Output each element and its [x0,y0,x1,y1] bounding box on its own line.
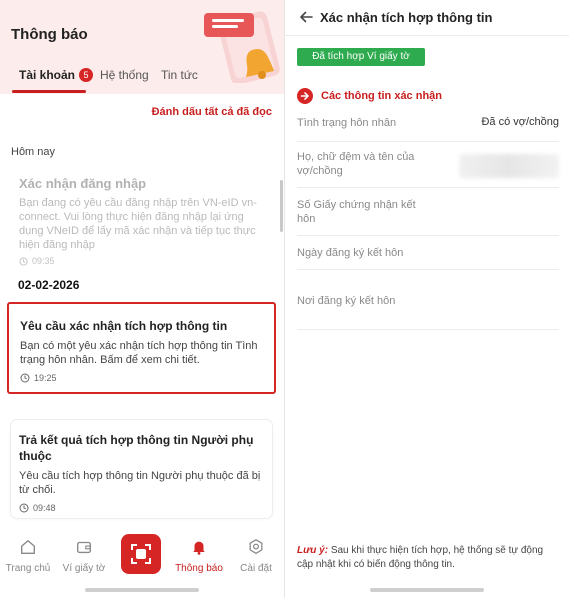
tab-account[interactable]: Tài khoản 5 [19,68,94,82]
integration-confirm-screen: Xác nhận tích hợp thông tin Đã tích hợp … [285,0,569,598]
tab-news[interactable]: Tin tức [161,68,198,82]
home-indicator [370,588,484,592]
note-body: Sau khi thực hiện tích hợp, hệ thống sẽ … [297,545,544,570]
info-row-registration-date: Ngày đăng ký kết hôn [297,246,559,270]
arrow-right-icon [297,88,313,104]
note-text: Lưu ý: Sau khi thực hiện tích hợp, hệ th… [297,544,559,572]
nav-home-label: Trang chủ [5,563,51,574]
info-row-value: Đã có vợ/chồng [481,116,559,128]
nav-notifications[interactable]: Thông báo [174,538,224,574]
notifications-header: Thông báo Tài khoản 5 Hệ thống Tin tức [0,0,284,94]
info-row-label: Ngày đăng ký kết hôn [297,247,404,259]
tab-bar: Tài khoản 5 Hệ thống Tin tức [0,62,284,94]
notification-title: Yêu cầu xác nhận tích hợp thông tin [20,319,228,333]
gear-icon [249,539,263,554]
nav-settings[interactable]: Cài đặt [231,538,281,574]
info-row-registration-place: Nơi đăng ký kết hôn [297,294,559,330]
notification-body: Bạn có một yêu xác nhận tích hợp thông t… [20,340,258,366]
info-row-label: Họ, chữ đệm và tên của vợ/chồng [297,151,415,177]
section-today-label: Hôm nay [11,146,56,158]
notification-time: 09:35 [19,256,269,266]
unread-count-badge: 5 [79,68,94,82]
page-title: Thông báo [11,26,88,43]
scrollbar[interactable] [280,180,283,232]
wallet-icon [77,541,91,554]
notification-time-value: 09:48 [33,503,56,513]
note-key: Lưu ý: [297,545,329,556]
info-row-label: Số Giấy chứng nhận kết hôn [297,199,416,225]
info-row-certificate-number: Số Giấy chứng nhận kết hôn [297,198,559,236]
mark-all-read-button[interactable]: Đánh dấu tất cả đã đọc [152,106,272,118]
nav-home[interactable]: Trang chủ [3,538,53,574]
scan-button[interactable] [121,534,161,574]
info-row-spouse-name: Họ, chữ đệm và tên của vợ/chồng [297,150,559,188]
clock-icon [19,256,28,266]
notification-body: Yêu cầu tích hợp thông tin Người phụ thu… [19,470,261,496]
notification-body: Bạn đang có yêu cầu đăng nhập trên VN-eI… [19,197,257,251]
notification-time-value: 09:35 [32,256,55,266]
back-arrow-icon[interactable] [297,8,315,26]
bell-icon [193,541,205,555]
tab-account-label: Tài khoản [19,68,76,82]
info-row-marital-status: Tình trạng hôn nhân Đã có vợ/chồng [297,116,559,142]
page-title: Xác nhận tích hợp thông tin [320,10,493,25]
screen-header: Xác nhận tích hợp thông tin [285,0,569,36]
clock-icon [20,373,30,383]
clock-icon [19,503,29,513]
notification-card-highlighted[interactable]: Yêu cầu xác nhận tích hợp thông tin Bạn … [7,302,276,394]
notification-title: Xác nhận đăng nhập [19,176,147,191]
tab-system-label: Hệ thống [100,68,149,82]
info-row-label: Nơi đăng ký kết hôn [297,295,396,307]
tab-system[interactable]: Hệ thống [100,68,149,82]
notification-time-value: 19:25 [34,373,57,383]
nav-wallet-label: Ví giấy tờ [62,563,106,574]
nav-wallet[interactable]: Ví giấy tờ [59,538,109,574]
active-tab-indicator [12,90,86,93]
status-badge: Đã tích hợp Ví giấy tờ [297,48,425,66]
date-label: 02-02-2026 [18,278,80,292]
section-header: Các thông tin xác nhận [297,88,442,104]
nav-notifications-label: Thông báo [175,563,223,574]
home-indicator [85,588,199,592]
home-icon [21,540,35,554]
notification-item[interactable]: Xác nhận đăng nhập Bạn đang có yêu cầu đ… [19,176,269,266]
section-title: Các thông tin xác nhận [321,90,443,102]
notification-title: Trả kết quả tích hợp thông tin Người phụ… [19,433,254,463]
tab-news-label: Tin tức [161,68,198,82]
notification-card[interactable]: Trả kết quả tích hợp thông tin Người phụ… [11,420,272,518]
notification-time: 09:48 [19,503,262,513]
nav-settings-label: Cài đặt [240,563,272,574]
notifications-screen: Thông báo Tài khoản 5 Hệ thống Tin tức Đá… [0,0,284,598]
redacted-value [459,154,559,178]
scan-icon [131,544,151,564]
notification-time: 19:25 [20,373,264,383]
